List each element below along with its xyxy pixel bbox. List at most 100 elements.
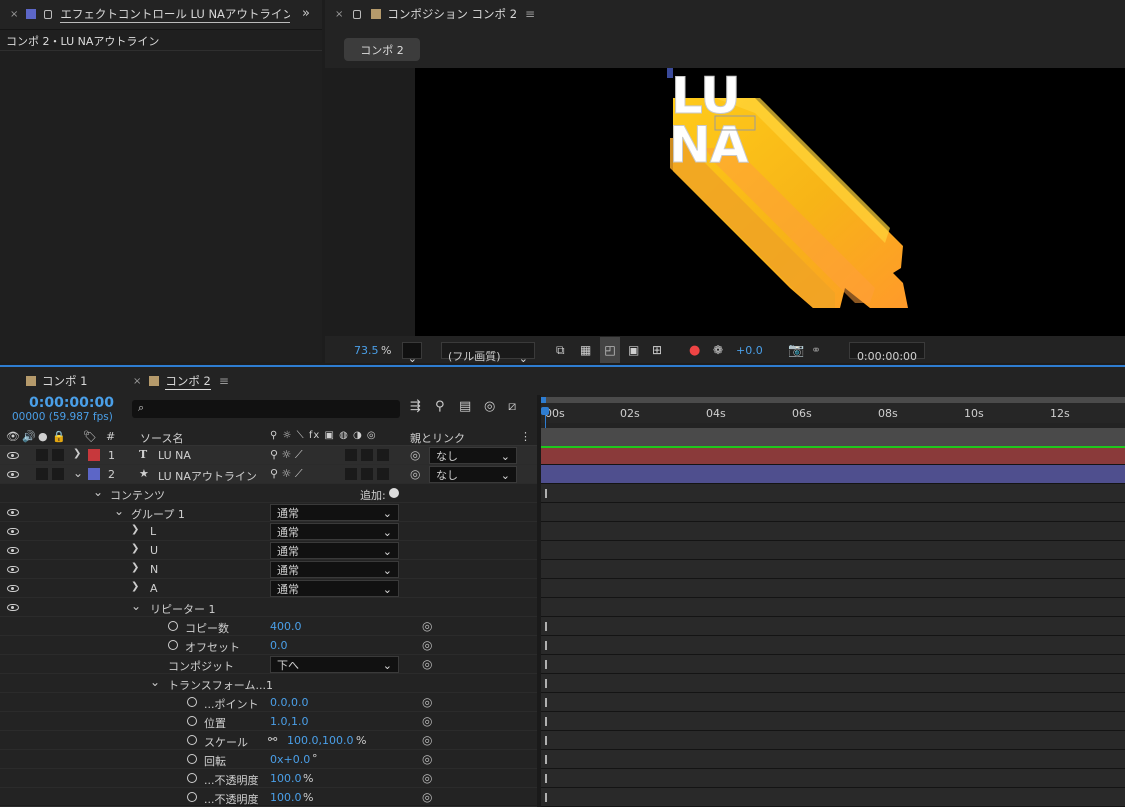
- graph-editor-icon[interactable]: ⧄: [508, 399, 516, 414]
- tab-composition[interactable]: × コンポジション コンポ 2 ≡: [325, 0, 535, 28]
- exposure-reset-icon[interactable]: ❁: [713, 337, 723, 363]
- menu-icon[interactable]: ≡: [219, 374, 229, 388]
- zoom-dropdown[interactable]: ⌄: [402, 342, 422, 365]
- parent-dropdown[interactable]: なし ⌄: [429, 447, 517, 464]
- work-area-start[interactable]: [541, 397, 546, 403]
- eye-icon[interactable]: [7, 604, 19, 611]
- stopwatch-icon[interactable]: [168, 621, 178, 631]
- blend-mode-dropdown[interactable]: 通常 ⌄: [270, 542, 399, 559]
- stopwatch-icon[interactable]: [187, 697, 197, 707]
- end-opacity-value[interactable]: 100.0: [270, 791, 302, 804]
- lock-icon[interactable]: [353, 9, 362, 19]
- layer-row[interactable]: ❯ 1 T LU NA ⚲ ☼ ⟋ ◎ なし ⌄: [0, 446, 537, 465]
- eye-icon[interactable]: [7, 509, 19, 516]
- col-parent[interactable]: 親とリンク: [410, 430, 465, 446]
- path-group-row[interactable]: ❯ U 通常 ⌄: [0, 541, 537, 560]
- stopwatch-icon[interactable]: [187, 735, 197, 745]
- pickwhip-icon[interactable]: ◎: [422, 733, 432, 747]
- close-icon[interactable]: ×: [133, 376, 141, 387]
- pickwhip-icon[interactable]: ◎: [410, 467, 420, 481]
- eye-icon[interactable]: [7, 585, 19, 592]
- solo-box[interactable]: [36, 468, 48, 480]
- chevron-down-icon[interactable]: ⌄: [93, 485, 103, 499]
- chevron-down-icon[interactable]: ⌄: [73, 466, 83, 480]
- chevron-right-icon[interactable]: ❯: [131, 581, 139, 592]
- switch-box[interactable]: [345, 468, 357, 480]
- property-row[interactable]: 回転 0x+0.0 ° ◎: [0, 750, 537, 769]
- time-ruler[interactable]: 00s 02s 04s 06s 08s 10s 12s: [541, 397, 1125, 423]
- layer-switches-icons[interactable]: ⚲ ☼ ⟋: [270, 448, 303, 462]
- composition-viewer[interactable]: LU NA: [415, 68, 1125, 336]
- pickwhip-icon[interactable]: ◎: [422, 771, 432, 785]
- pickwhip-icon[interactable]: ◎: [410, 448, 420, 462]
- fast-preview-icon[interactable]: ⧉: [556, 337, 565, 363]
- pickwhip-icon[interactable]: ◎: [422, 790, 432, 804]
- frame-blending-icon[interactable]: ▤: [459, 399, 471, 414]
- lock-box[interactable]: [52, 468, 64, 480]
- layer-switches-icons[interactable]: ⚲ ☼ ⟋: [270, 467, 303, 481]
- tab-comp-1[interactable]: コンポ 1: [0, 367, 87, 395]
- lock-icon[interactable]: [44, 9, 53, 19]
- property-row[interactable]: オフセット 0.0 ◎: [0, 636, 537, 655]
- exposure-value[interactable]: +0.0: [736, 337, 763, 363]
- add-label[interactable]: 追加:: [360, 487, 386, 503]
- comp-button[interactable]: コンポ 2: [344, 38, 420, 61]
- eye-icon[interactable]: [7, 528, 19, 535]
- more-tabs-icon[interactable]: »: [302, 6, 310, 21]
- constrain-link-icon[interactable]: ⚯: [268, 733, 277, 746]
- viewer-timecode[interactable]: 0:00:00:00: [849, 342, 925, 363]
- pickwhip-icon[interactable]: ◎: [422, 619, 432, 633]
- start-opacity-value[interactable]: 100.0: [270, 772, 302, 785]
- path-group-row[interactable]: ❯ L 通常 ⌄: [0, 522, 537, 541]
- property-row[interactable]: ...不透明度 100.0 % ◎: [0, 788, 537, 807]
- tab-effect-controls[interactable]: × エフェクトコントロール LU NAアウトライン: [0, 0, 291, 28]
- switch-box[interactable]: [361, 468, 373, 480]
- stopwatch-icon[interactable]: [168, 640, 178, 650]
- eye-icon[interactable]: [7, 452, 19, 459]
- pickwhip-icon[interactable]: ◎: [422, 695, 432, 709]
- layer-name[interactable]: LU NAアウトライン: [158, 468, 257, 484]
- layer-label-color[interactable]: [88, 468, 100, 480]
- layer-duration-bar[interactable]: [541, 446, 1125, 465]
- stopwatch-icon[interactable]: [187, 773, 197, 783]
- property-row[interactable]: 位置 1.0,1.0 ◎: [0, 712, 537, 731]
- property-row[interactable]: ...ポイント 0.0,0.0 ◎: [0, 693, 537, 712]
- pickwhip-icon[interactable]: ◎: [422, 638, 432, 652]
- contents-row[interactable]: ⌄ コンテンツ 追加:: [0, 484, 537, 503]
- work-area-bar[interactable]: [541, 397, 1125, 403]
- property-row[interactable]: スケール ⚯ 100.0,100.0 % ◎: [0, 731, 537, 750]
- stopwatch-icon[interactable]: [187, 792, 197, 802]
- col-source-name[interactable]: ソース名: [140, 430, 183, 446]
- color-channel-icon[interactable]: ●: [689, 337, 700, 363]
- layer-label-color[interactable]: [88, 449, 100, 461]
- transform-row[interactable]: ⌄ トランスフォーム...1: [0, 674, 537, 693]
- scale-value[interactable]: 100.0,100.0: [287, 734, 353, 747]
- header-options-icon[interactable]: ⋮: [520, 430, 531, 443]
- menu-icon[interactable]: ≡: [525, 7, 535, 21]
- timeline-divider[interactable]: [537, 395, 541, 807]
- position-value[interactable]: 1.0,1.0: [270, 715, 308, 728]
- blend-mode-dropdown[interactable]: 通常 ⌄: [270, 523, 399, 540]
- layer-search-input[interactable]: ⌕: [132, 400, 400, 418]
- blend-mode-dropdown[interactable]: 通常 ⌄: [270, 561, 399, 578]
- chevron-down-icon[interactable]: ⌄: [131, 599, 141, 613]
- copies-value[interactable]: 400.0: [270, 620, 302, 633]
- snapshot-icon[interactable]: 📷: [788, 337, 804, 363]
- stopwatch-icon[interactable]: [187, 716, 197, 726]
- region-of-interest-icon[interactable]: ▣: [628, 337, 639, 363]
- chevron-down-icon[interactable]: ⌄: [150, 675, 160, 689]
- switch-box[interactable]: [361, 449, 373, 461]
- chevron-down-icon[interactable]: ⌄: [114, 504, 124, 518]
- tab-comp-2[interactable]: × コンポ 2 ≡: [125, 367, 229, 395]
- switch-box[interactable]: [377, 449, 389, 461]
- shy-layers-icon[interactable]: ⚲: [435, 399, 445, 414]
- grid-guide-icon[interactable]: ⊞: [652, 337, 662, 363]
- stopwatch-icon[interactable]: [187, 754, 197, 764]
- show-snapshot-icon[interactable]: ⚭: [811, 337, 821, 363]
- repeater-row[interactable]: ⌄ リピーター 1: [0, 598, 537, 617]
- blend-mode-dropdown[interactable]: 通常 ⌄: [270, 504, 399, 521]
- offset-value[interactable]: 0.0: [270, 639, 288, 652]
- mask-visibility-icon[interactable]: ◰: [600, 337, 620, 363]
- lock-box[interactable]: [52, 449, 64, 461]
- add-menu-icon[interactable]: [389, 488, 399, 498]
